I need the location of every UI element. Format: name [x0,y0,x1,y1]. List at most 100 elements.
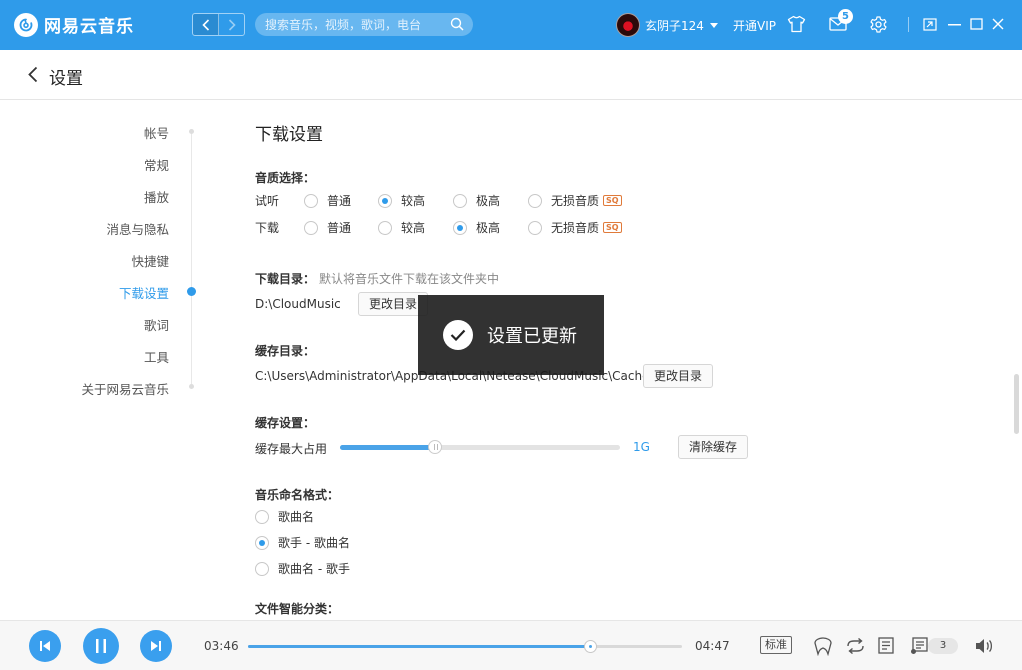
progress-handle[interactable] [583,640,597,653]
nav-item-playback[interactable]: 播放 [144,187,169,206]
radio-circle[interactable] [528,220,542,235]
preview-quality-extreme[interactable]: 极高 [453,192,500,209]
cache-settings-label: 缓存设置： [255,416,316,430]
sound-effect-icon[interactable] [813,636,833,656]
back-arrow-icon[interactable] [28,66,38,83]
vip-link[interactable]: 开通VIP [733,17,776,34]
radio-label: 歌曲名 - 歌手 [278,562,350,576]
nav-item-account[interactable]: 帐号 [144,123,169,142]
radio-circle[interactable] [378,220,392,235]
check-icon [443,320,473,350]
pause-button[interactable] [83,628,119,664]
label-text: 下载目录： [255,272,316,286]
nav-item-download[interactable]: 下载设置 [119,283,169,302]
naming-song-artist[interactable]: 歌曲名 - 歌手 [255,560,350,577]
previous-icon [40,641,50,651]
download-dir-label: 下载目录： 默认将音乐文件下载在该文件夹中 [255,270,499,287]
radio-circle-selected[interactable] [255,535,269,550]
pause-icon [96,639,106,653]
download-row-label: 下载 [255,221,280,235]
nav-item-tools[interactable]: 工具 [144,347,169,366]
radio-label: 歌手 - 歌曲名 [278,536,350,550]
page-title: 设置 [49,69,83,89]
nav-item-shortcuts[interactable]: 快捷键 [131,251,169,270]
forward-button[interactable] [219,14,244,35]
quality-tag[interactable]: 标准 [760,636,792,654]
search-icon[interactable] [450,17,464,31]
maximize-icon[interactable] [970,18,983,30]
cache-size-value: 1G [633,440,650,454]
user-menu[interactable]: 玄阴子124 [616,13,718,37]
page-header: 设置 [0,50,1022,100]
back-button[interactable] [193,14,219,35]
preview-row-label: 试听 [255,194,280,208]
playlist-icon[interactable] [910,637,928,655]
radio-label: 无损音质 [551,194,600,208]
nav-dot [189,129,194,134]
scrollbar-thumb[interactable] [1014,374,1019,434]
divider [908,17,909,32]
app-name: 网易云音乐 [44,17,134,37]
toast-message: 设置已更新 [487,326,577,347]
app-logo[interactable]: 网易云音乐 [14,12,134,37]
volume-icon[interactable] [975,638,993,654]
sq-badge: SQ [603,222,622,233]
gear-icon[interactable] [870,16,887,33]
radio-label: 极高 [476,221,501,235]
radio-circle[interactable] [528,193,542,208]
mini-mode-icon[interactable] [923,18,937,31]
naming-song[interactable]: 歌曲名 [255,508,314,525]
download-quality-standard[interactable]: 普通 [304,219,351,236]
progress-bar[interactable] [248,640,682,653]
radio-label: 极高 [476,194,501,208]
caret-down-icon[interactable] [709,22,718,28]
tshirt-icon[interactable] [787,15,806,33]
radio-circle-selected[interactable] [378,193,392,208]
next-icon [151,641,161,651]
chevron-left-icon [201,18,209,31]
preview-quality-high[interactable]: 较高 [378,192,425,209]
nav-item-about[interactable]: 关于网易云音乐 [81,379,169,398]
radio-circle[interactable] [255,561,269,576]
next-button[interactable] [140,630,172,662]
cache-max-label: 缓存最大占用 [255,442,328,456]
lyrics-icon[interactable] [878,637,894,654]
search-input[interactable] [265,13,445,36]
close-icon[interactable] [992,18,1004,30]
download-quality-extreme[interactable]: 极高 [453,219,500,236]
current-time: 03:46 [204,639,239,653]
previous-button[interactable] [29,630,61,662]
preview-quality-standard[interactable]: 普通 [304,192,351,209]
clear-cache-button[interactable]: 清除缓存 [678,435,749,459]
download-quality-high[interactable]: 较高 [378,219,425,236]
username[interactable]: 玄阴子124 [645,17,704,34]
radio-circle[interactable] [304,193,318,208]
minimize-icon[interactable] [948,24,961,26]
nav-item-lyrics[interactable]: 歌词 [144,315,169,334]
playlist-count: 3 [928,638,958,654]
avatar[interactable] [616,13,640,37]
radio-circle[interactable] [255,509,269,524]
nav-dot [189,384,194,389]
download-settings: 下载设置 音质选择： 试听 普通 较高 极高 无损音质 SQ 下载 普通 较高 极… [255,100,995,620]
player-bar: 03:46 04:47 标准 3 [0,620,1022,670]
naming-artist-song[interactable]: 歌手 - 歌曲名 [255,534,350,551]
radio-label: 普通 [327,221,352,235]
change-cache-dir-button[interactable]: 更改目录 [643,364,714,388]
radio-circle-selected[interactable] [453,220,467,235]
preview-quality-lossless[interactable]: 无损音质 SQ [528,192,622,209]
slider-handle[interactable] [428,440,443,454]
radio-circle[interactable] [304,220,318,235]
section-title: 下载设置 [255,125,323,145]
nav-item-general[interactable]: 常规 [144,155,169,174]
radio-circle[interactable] [453,193,467,208]
radio-label: 普通 [327,194,352,208]
total-time: 04:47 [695,639,730,653]
nav-active-dot [187,287,196,296]
radio-label: 较高 [401,194,426,208]
nav-item-privacy[interactable]: 消息与隐私 [106,219,169,238]
title-bar: 网易云音乐 玄阴子124 开通VIP 5 [0,0,1022,50]
download-quality-lossless[interactable]: 无损音质 SQ [528,219,622,236]
repeat-icon[interactable] [846,638,865,654]
cache-size-slider[interactable] [340,440,620,454]
